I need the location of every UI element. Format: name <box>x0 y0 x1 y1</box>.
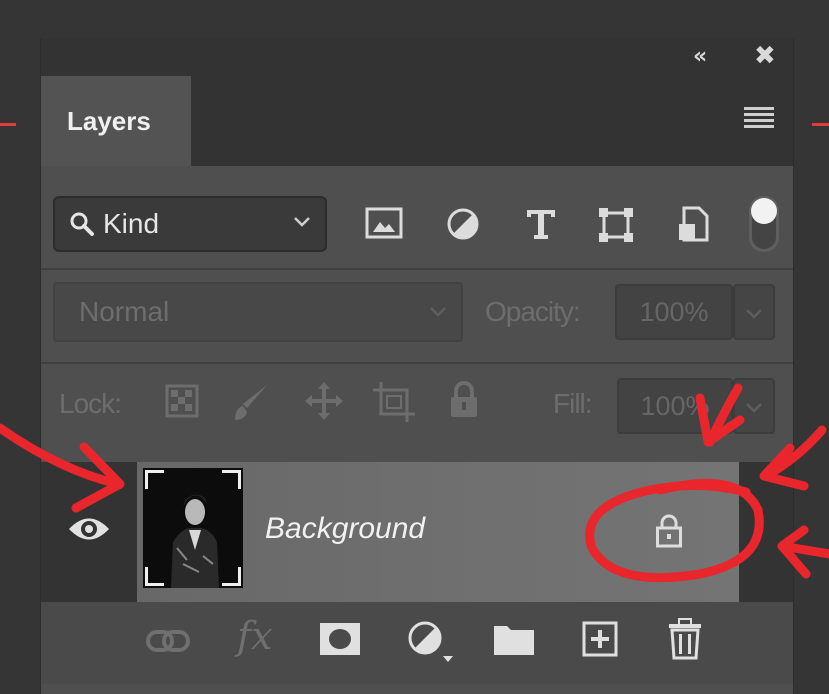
filter-toggle-switch[interactable] <box>749 196 779 252</box>
thumb-corner <box>145 470 164 489</box>
new-group-icon[interactable] <box>493 622 535 656</box>
opacity-label: Opacity: <box>485 296 581 327</box>
opacity-field[interactable]: 100% <box>615 284 733 340</box>
lock-image-icon[interactable] <box>231 382 271 424</box>
layers-bottom-toolbar: fx <box>41 602 793 684</box>
divider <box>41 362 793 364</box>
shape-filter-icon[interactable] <box>597 206 635 244</box>
guide-line-left <box>0 123 16 126</box>
panel-tabbar: Layers <box>41 76 793 166</box>
fx-icon[interactable]: fx <box>237 614 273 658</box>
toggle-knob <box>751 198 777 224</box>
adjustment-filter-icon[interactable] <box>445 206 481 242</box>
chevron-down-icon <box>294 217 310 227</box>
guide-line-right <box>812 123 829 126</box>
eye-icon[interactable] <box>67 514 111 544</box>
opacity-value: 100% <box>639 296 709 327</box>
fill-label: Fill: <box>553 388 593 419</box>
close-button[interactable]: ✖ <box>754 41 776 71</box>
chevron-down-icon <box>746 403 762 413</box>
panel-content: Kind Normal Opacity: 100% Lock: Fill: 10… <box>41 166 793 694</box>
type-filter-icon[interactable] <box>523 206 559 242</box>
collapse-button[interactable]: ‹‹ <box>693 44 707 69</box>
link-layers-icon[interactable] <box>145 626 191 656</box>
search-icon <box>70 212 94 236</box>
divider <box>41 268 793 270</box>
layer-row-background[interactable]: Background <box>41 462 793 602</box>
filter-kind-label: Kind <box>103 208 160 239</box>
opacity-dropdown-button[interactable] <box>733 284 775 340</box>
lock-artboard-icon[interactable] <box>371 380 417 424</box>
blend-mode-value: Normal <box>79 296 170 327</box>
tab-layers-label: Layers <box>67 105 151 136</box>
chevron-down-icon <box>746 309 762 319</box>
thumb-corner <box>222 567 241 586</box>
fill-dropdown-button[interactable] <box>733 378 775 434</box>
new-layer-icon[interactable] <box>581 620 619 658</box>
layer-name[interactable]: Background <box>265 512 425 546</box>
chevron-down-icon <box>430 307 446 317</box>
layer-thumbnail <box>143 468 243 588</box>
lock-position-icon[interactable] <box>303 380 345 422</box>
layers-panel: ‹‹ ✖ Layers Kind Normal Opacity: 100% Lo… <box>40 38 794 694</box>
new-adjustment-icon[interactable] <box>407 620 455 664</box>
add-mask-icon[interactable] <box>319 622 361 656</box>
thumb-corner <box>145 567 164 586</box>
tab-layers[interactable]: Layers <box>41 76 191 166</box>
blend-mode-select[interactable]: Normal <box>53 282 463 342</box>
fill-field[interactable]: 100% <box>617 378 733 434</box>
lock-transparent-icon[interactable] <box>165 384 199 418</box>
filter-kind-dropdown[interactable]: Kind <box>53 196 327 252</box>
lock-label: Lock: <box>59 388 122 419</box>
fill-value: 100% <box>640 390 710 421</box>
panel-titlebar: ‹‹ ✖ <box>41 38 793 76</box>
layer-lock-icon[interactable] <box>655 514 683 548</box>
smart-object-filter-icon[interactable] <box>675 206 711 244</box>
panel-menu-hamburger-icon[interactable] <box>744 107 774 131</box>
lock-all-icon[interactable] <box>447 380 481 420</box>
delete-icon[interactable] <box>667 618 703 660</box>
image-filter-icon[interactable] <box>365 206 403 240</box>
thumb-corner <box>222 470 241 489</box>
